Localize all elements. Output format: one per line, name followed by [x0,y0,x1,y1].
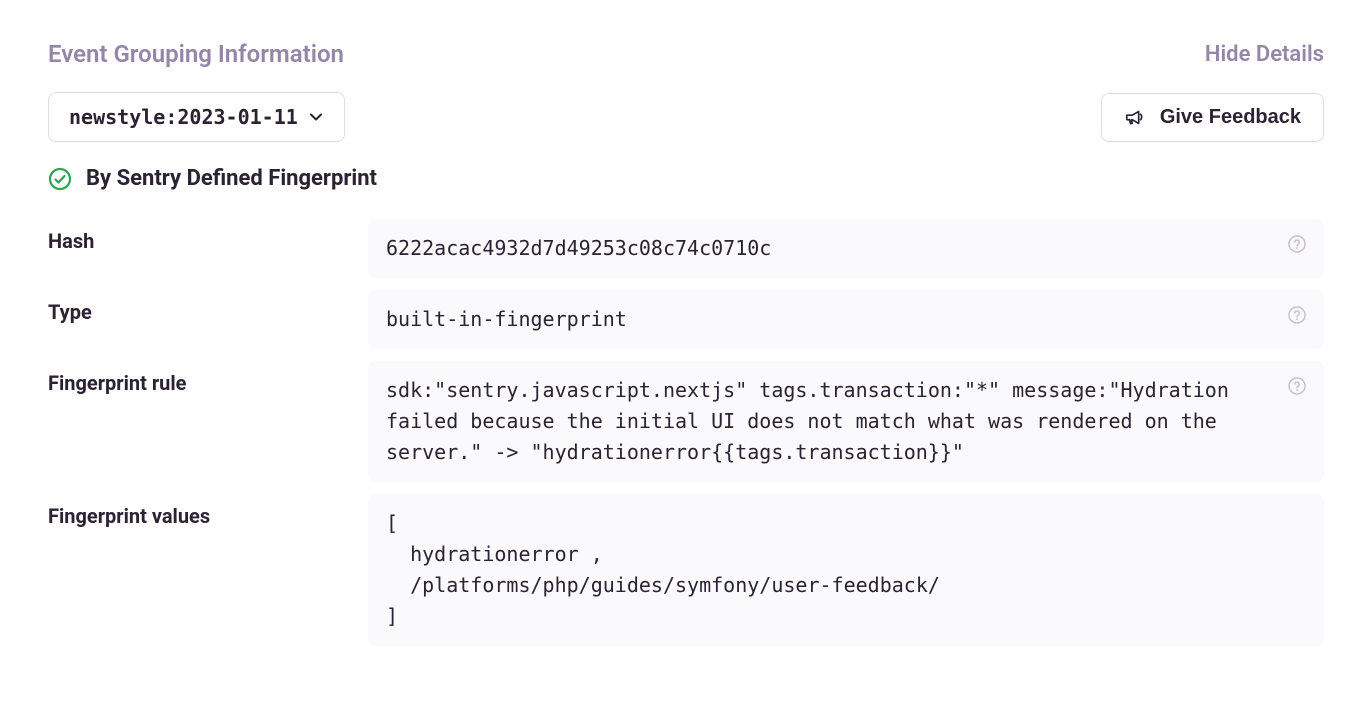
toolbar-row: newstyle:2023-01-11 Give Feedback [48,92,1324,142]
header-row: Event Grouping Information Hide Details [48,40,1324,68]
value-hash: 6222acac4932d7d49253c08c74c0710c [368,219,1324,278]
value-type: built-in-fingerprint [368,290,1324,349]
row-fingerprint-rule: Fingerprint rule sdk:"sentry.javascript.… [48,361,1324,482]
help-icon[interactable] [1288,377,1306,395]
label-hash: Hash [48,219,368,253]
label-type: Type [48,290,368,324]
help-icon[interactable] [1288,235,1306,253]
check-circle-icon [48,167,72,191]
help-icon[interactable] [1288,306,1306,324]
chevron-down-icon [308,109,324,125]
hide-details-link[interactable]: Hide Details [1205,42,1324,67]
value-fingerprint-values-text: [ hydrationerror , /platforms/php/guides… [386,508,1306,632]
megaphone-icon [1124,106,1146,128]
label-fingerprint-values: Fingerprint values [48,494,368,528]
grouping-config-dropdown[interactable]: newstyle:2023-01-11 [48,92,345,142]
section-title: Event Grouping Information [48,40,344,68]
feedback-label: Give Feedback [1160,106,1301,129]
row-type: Type built-in-fingerprint [48,290,1324,349]
row-fingerprint-values: Fingerprint values [ hydrationerror , /p… [48,494,1324,646]
give-feedback-button[interactable]: Give Feedback [1101,93,1324,142]
label-fingerprint-rule: Fingerprint rule [48,361,368,395]
row-hash: Hash 6222acac4932d7d49253c08c74c0710c [48,219,1324,278]
value-fingerprint-values: [ hydrationerror , /platforms/php/guides… [368,494,1324,646]
value-type-text: built-in-fingerprint [386,304,1276,335]
fingerprint-heading: By Sentry Defined Fingerprint [48,166,1324,191]
value-hash-text: 6222acac4932d7d49253c08c74c0710c [386,233,1276,264]
value-fingerprint-rule: sdk:"sentry.javascript.nextjs" tags.tran… [368,361,1324,482]
fingerprint-heading-text: By Sentry Defined Fingerprint [86,166,377,191]
value-fingerprint-rule-text: sdk:"sentry.javascript.nextjs" tags.tran… [386,375,1276,468]
dropdown-label: newstyle:2023-01-11 [69,105,298,129]
